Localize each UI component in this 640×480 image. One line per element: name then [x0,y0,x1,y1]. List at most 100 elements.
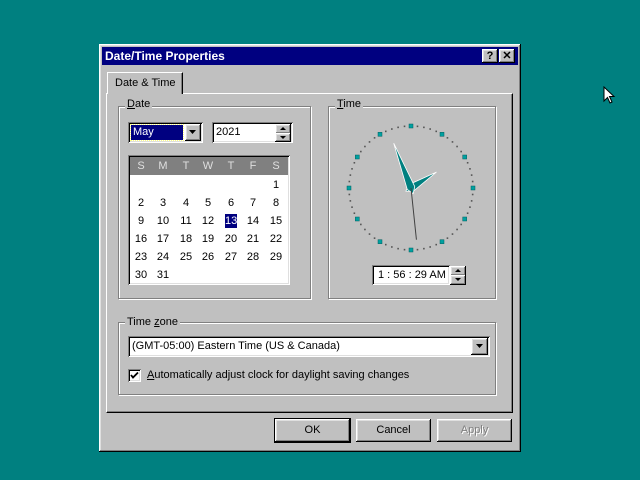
clock-minute-dot [360,223,362,226]
clock-minute-dot [397,247,399,250]
weekday-label: W [202,160,214,172]
calendar-day[interactable]: 20 [220,231,242,248]
window-title: Date/Time Properties [105,49,225,63]
calendar-day[interactable]: 9 [130,213,152,230]
clock-minute-dot [368,141,371,143]
timezone-group-label: Time zone [125,316,180,328]
clock-minute-dot [435,243,438,246]
calendar-day[interactable]: 1 [265,177,287,194]
calendar-day[interactable]: 6 [220,195,242,212]
title-bar[interactable]: Date/Time Properties ? ✕ [102,47,518,65]
clock-hour-marker [355,216,360,222]
clock-hour-marker [377,132,383,137]
calendar-day[interactable]: 14 [242,213,264,230]
calendar-day[interactable]: 26 [197,249,219,266]
clock-minute-dot [368,233,371,235]
tab-date-time[interactable]: Date & Time [107,72,183,94]
calendar-day[interactable]: 21 [242,231,264,248]
clock-minute-dot [435,130,438,133]
clock-minute-dot [348,180,351,183]
clock-hour-marker [462,154,467,160]
timezone-value: (GMT-05:00) Eastern Time (US & Canada) [132,340,340,352]
weekday-label: S [272,160,280,172]
clock-hour-marker [355,154,360,160]
arrow-up-icon [280,127,286,130]
cancel-button[interactable]: Cancel [356,419,431,442]
month-dropdown[interactable]: May [128,122,203,143]
clock-minute-dot [471,193,474,196]
clock-minute-dot [360,150,362,153]
ok-button[interactable]: OK [275,419,350,442]
dst-checkbox[interactable] [128,369,141,382]
calendar-day[interactable]: 5 [197,195,219,212]
timezone-group [118,322,496,395]
calendar-grid[interactable]: S M T W T F S 1 2 3 4 5 6 7 8 9 10 11 12 13 14 15 16 17 1… [128,155,290,285]
clock-minute-dot [423,126,425,129]
weekday-label: F [249,160,257,172]
clock-minute-dot [391,128,393,130]
calendar-day[interactable]: 13 [225,214,237,228]
arrow-up-icon [455,269,461,272]
clock-minute-dot [423,247,425,250]
calendar-days: 1 2 3 4 5 6 7 8 9 10 11 12 13 14 15 16 17 18 19 20 21 22 23 24 2… [130,177,288,283]
year-down-button[interactable] [275,133,291,142]
clock-minute-dot [351,206,353,208]
calendar-day[interactable]: 10 [152,213,174,230]
calendar-day[interactable]: 11 [175,213,197,230]
calendar-day[interactable]: 27 [220,249,242,266]
clock-minute-dot [416,125,419,128]
apply-button[interactable]: Apply [437,419,512,442]
clock-minute-dot [451,233,454,235]
time-down-button[interactable] [450,275,466,285]
calendar-day[interactable]: 30 [130,267,152,284]
calendar-day[interactable]: 15 [265,213,287,230]
time-spinner[interactable]: 1 : 56 : 29 AM [372,265,450,285]
clock-minute-dot [470,200,473,202]
clock-hour-marker [462,216,467,222]
time-group-label: Time [335,98,364,110]
calendar-day[interactable]: 12 [197,213,219,230]
clock-minute-dot [469,168,471,170]
clock-minute-dot [351,168,353,170]
clock-minute-dot [391,246,393,248]
dst-checkbox-label[interactable]: Automatically adjust clock for daylight … [147,369,409,381]
timezone-dropdown[interactable]: (GMT-05:00) Eastern Time (US & Canada) [128,336,490,357]
calendar-day[interactable]: 22 [265,231,287,248]
calendar-day[interactable]: 2 [130,195,152,212]
calendar-day[interactable]: 3 [152,195,174,212]
close-button[interactable]: ✕ [499,49,515,63]
calendar-day[interactable]: 7 [242,195,264,212]
checkmark-icon [130,371,139,379]
year-spinner[interactable]: 2021 [212,122,293,143]
mouse-pointer-icon [603,86,616,104]
clock-minute-dot [373,237,376,239]
calendar-day[interactable]: 18 [175,231,197,248]
calendar-day[interactable]: 24 [152,249,174,266]
clock-minute-dot [460,150,462,153]
clock-minute-dot [403,125,406,128]
calendar-day[interactable]: 23 [130,249,152,266]
clock-minute-dot [469,206,471,208]
calendar-day[interactable]: 8 [265,195,287,212]
calendar-day[interactable]: 25 [175,249,197,266]
calendar-day[interactable]: 19 [197,231,219,248]
clock-hour-marker [408,247,414,253]
help-button[interactable]: ? [482,49,498,63]
clock-minute-dot [446,237,449,239]
analog-clock [346,123,476,253]
clock-hour-marker [346,185,352,191]
calendar-day[interactable]: 16 [130,231,152,248]
clock-hour-marker [470,185,476,191]
month-dropdown-button[interactable] [185,124,201,141]
calendar-day[interactable]: 4 [175,195,197,212]
calendar-day[interactable]: 31 [152,267,174,284]
clock-minute-dot [466,212,469,215]
clock-hour-marker [408,123,414,129]
clock-minute-dot [446,137,449,139]
calendar-day[interactable]: 17 [152,231,174,248]
timezone-dropdown-button[interactable] [471,338,488,355]
clock-minute-dot [471,180,474,183]
calendar-day[interactable]: 29 [265,249,287,266]
chevron-down-icon [476,344,483,348]
calendar-day[interactable]: 28 [242,249,264,266]
